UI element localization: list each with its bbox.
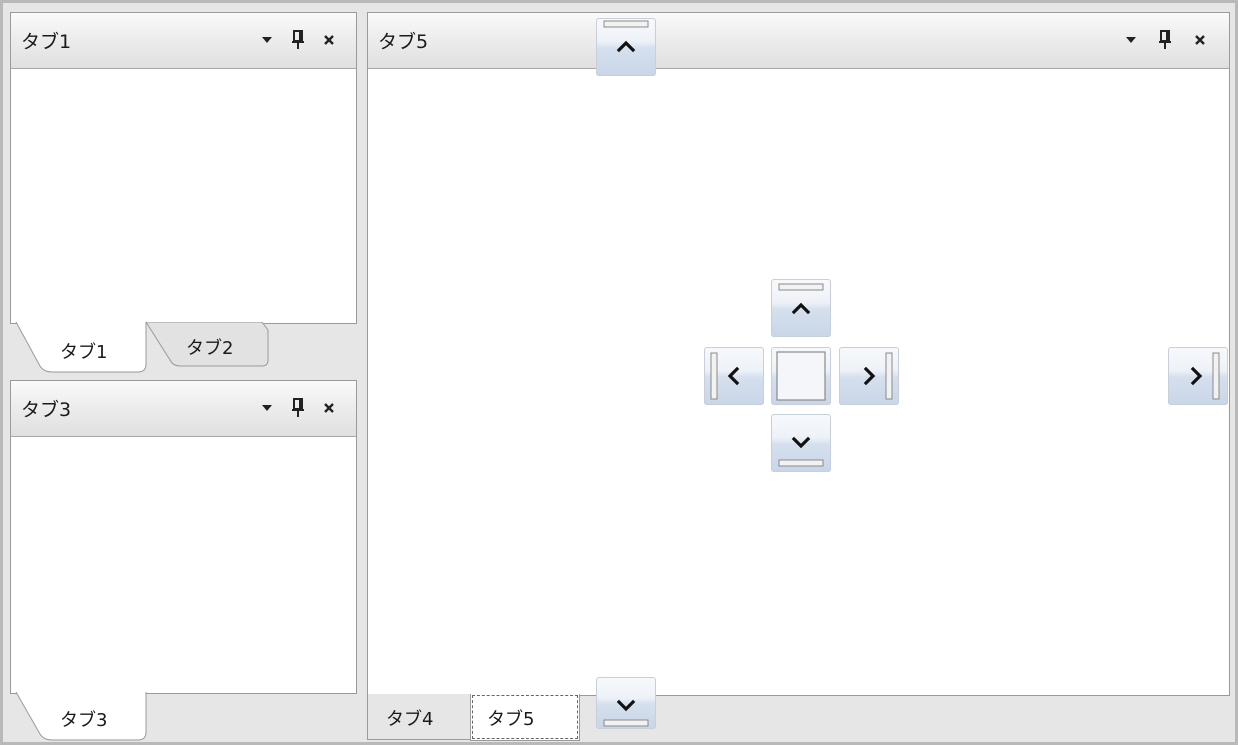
tab-label: タブ4 xyxy=(386,709,434,730)
tab-tab4[interactable]: タブ4 xyxy=(367,694,471,740)
pane-tab1: タブ1 xyxy=(10,12,357,324)
tab-tab2[interactable]: タブ2 xyxy=(186,334,233,360)
pane-tab3: タブ3 xyxy=(10,380,357,694)
close-icon[interactable] xyxy=(1189,29,1211,51)
dock-top-icon[interactable] xyxy=(771,279,831,337)
dock-right-icon[interactable] xyxy=(839,347,899,405)
tab-tab5[interactable]: タブ5 xyxy=(470,694,580,741)
dropdown-icon[interactable] xyxy=(1120,29,1142,51)
dock-bottom-icon[interactable] xyxy=(596,677,656,729)
pane-title: タブ1 xyxy=(21,31,72,53)
dock-left-icon[interactable] xyxy=(704,347,764,405)
close-icon[interactable] xyxy=(318,397,340,419)
tab-strip-pane1: タブ1 タブ2 xyxy=(10,322,357,374)
dropdown-icon[interactable] xyxy=(256,397,278,419)
pin-icon[interactable] xyxy=(287,397,309,419)
pane-title: タブ3 xyxy=(21,399,72,421)
pane-content xyxy=(11,70,356,323)
tab-label: タブ5 xyxy=(487,709,535,730)
tab-strip-pane3: タブ3 xyxy=(10,692,357,742)
pin-icon[interactable] xyxy=(287,29,309,51)
pane-header[interactable]: タブ5 xyxy=(368,13,1229,69)
dock-top-icon[interactable] xyxy=(596,18,656,76)
dock-center-icon[interactable] xyxy=(771,347,831,405)
pane-header[interactable]: タブ1 xyxy=(11,13,356,69)
close-icon[interactable] xyxy=(318,29,340,51)
tab-strip-pane5: タブ4 タブ5 xyxy=(367,694,597,742)
pane-title: タブ5 xyxy=(378,31,429,53)
pane-header[interactable]: タブ3 xyxy=(11,381,356,437)
pane-content xyxy=(11,438,356,693)
dropdown-icon[interactable] xyxy=(256,29,278,51)
dock-right-icon[interactable] xyxy=(1168,347,1228,405)
dock-bottom-icon[interactable] xyxy=(771,414,831,472)
tab-tab3[interactable]: タブ3 xyxy=(60,706,107,732)
tab-tab1[interactable]: タブ1 xyxy=(60,338,107,364)
pin-icon[interactable] xyxy=(1154,29,1176,51)
